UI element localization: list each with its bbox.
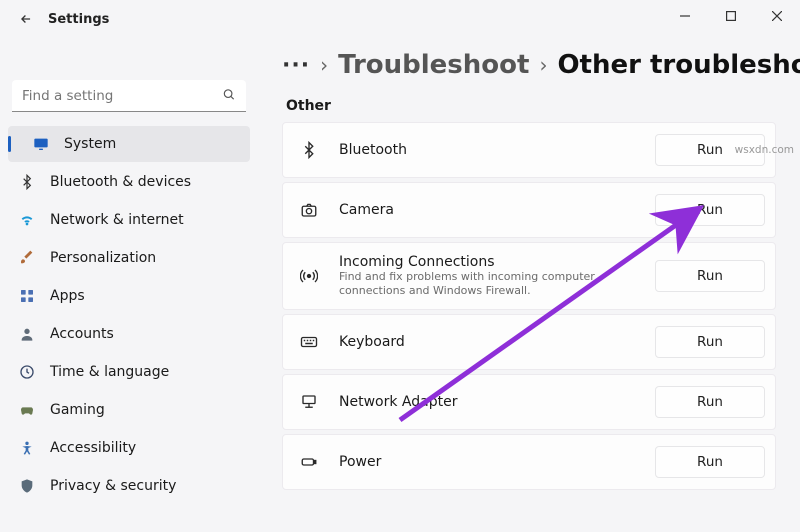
sidebar-item-label: Privacy & security: [50, 478, 176, 494]
sidebar-item-label: Accounts: [50, 326, 114, 342]
signal-icon: [297, 267, 321, 285]
troubleshooter-row-incoming: Incoming Connections Find and fix proble…: [282, 242, 776, 310]
troubleshooter-title: Keyboard: [339, 334, 637, 350]
sidebar-item-label: Accessibility: [50, 440, 136, 456]
bluetooth-icon: [297, 141, 321, 159]
troubleshooter-title: Camera: [339, 202, 637, 218]
apps-icon: [18, 287, 36, 305]
chevron-right-icon: ›: [539, 53, 547, 77]
search-container: [12, 80, 246, 112]
search-input[interactable]: [12, 80, 246, 112]
troubleshooter-row-camera: Camera Run: [282, 182, 776, 238]
sidebar-item-label: Gaming: [50, 402, 105, 418]
section-label: Other: [286, 98, 776, 114]
sidebar-item-privacy[interactable]: Privacy & security: [8, 468, 250, 504]
clock-icon: [18, 363, 36, 381]
search-icon: [222, 87, 236, 106]
chevron-right-icon: ›: [320, 53, 328, 77]
title-bar: Settings: [0, 0, 800, 38]
shield-icon: [18, 477, 36, 495]
breadcrumb: ··· › Troubleshoot › Other troubleshoote…: [282, 50, 776, 80]
sidebar: System Bluetooth & devices Network & int…: [0, 38, 258, 532]
main-content: ··· › Troubleshoot › Other troubleshoote…: [258, 38, 800, 532]
back-button[interactable]: [12, 5, 40, 33]
window-title: Settings: [48, 12, 109, 27]
sidebar-item-time[interactable]: Time & language: [8, 354, 250, 390]
devices-icon: [18, 173, 36, 191]
maximize-button[interactable]: [708, 0, 754, 32]
window-controls: [662, 0, 800, 32]
sidebar-item-apps[interactable]: Apps: [8, 278, 250, 314]
sidebar-item-label: Apps: [50, 288, 85, 304]
troubleshooter-row-bluetooth: Bluetooth Run: [282, 122, 776, 178]
sidebar-item-personalization[interactable]: Personalization: [8, 240, 250, 276]
run-button[interactable]: Run: [655, 446, 765, 478]
sidebar-item-accounts[interactable]: Accounts: [8, 316, 250, 352]
troubleshooter-title: Power: [339, 454, 637, 470]
sidebar-item-accessibility[interactable]: Accessibility: [8, 430, 250, 466]
wifi-icon: [18, 211, 36, 229]
network-adapter-icon: [297, 393, 321, 411]
brush-icon: [18, 249, 36, 267]
troubleshooter-title: Incoming Connections: [339, 254, 637, 270]
breadcrumb-current: Other troubleshooters: [557, 50, 800, 80]
gamepad-icon: [18, 401, 36, 419]
troubleshooter-row-network: Network Adapter Run: [282, 374, 776, 430]
watermark: wsxdn.com: [735, 144, 794, 156]
troubleshooter-row-power: Power Run: [282, 434, 776, 490]
run-button[interactable]: Run: [655, 386, 765, 418]
minimize-button[interactable]: [662, 0, 708, 32]
sidebar-item-label: Personalization: [50, 250, 156, 266]
accessibility-icon: [18, 439, 36, 457]
sidebar-item-gaming[interactable]: Gaming: [8, 392, 250, 428]
camera-icon: [297, 201, 321, 219]
sidebar-item-system[interactable]: System: [8, 126, 250, 162]
sidebar-item-label: Time & language: [50, 364, 169, 380]
run-button[interactable]: Run: [655, 326, 765, 358]
run-button[interactable]: Run: [655, 194, 765, 226]
keyboard-icon: [297, 333, 321, 351]
breadcrumb-ellipsis[interactable]: ···: [282, 53, 310, 78]
battery-icon: [297, 453, 321, 471]
sidebar-item-label: Network & internet: [50, 212, 184, 228]
sidebar-item-network[interactable]: Network & internet: [8, 202, 250, 238]
troubleshooter-row-keyboard: Keyboard Run: [282, 314, 776, 370]
display-icon: [32, 135, 50, 153]
sidebar-item-bluetooth[interactable]: Bluetooth & devices: [8, 164, 250, 200]
sidebar-item-label: System: [64, 136, 116, 152]
close-button[interactable]: [754, 0, 800, 32]
breadcrumb-prev[interactable]: Troubleshoot: [338, 50, 529, 80]
run-button[interactable]: Run: [655, 260, 765, 292]
troubleshooter-title: Bluetooth: [339, 142, 637, 158]
troubleshooter-title: Network Adapter: [339, 394, 637, 410]
person-icon: [18, 325, 36, 343]
sidebar-item-label: Bluetooth & devices: [50, 174, 191, 190]
troubleshooter-desc: Find and fix problems with incoming comp…: [339, 270, 637, 298]
